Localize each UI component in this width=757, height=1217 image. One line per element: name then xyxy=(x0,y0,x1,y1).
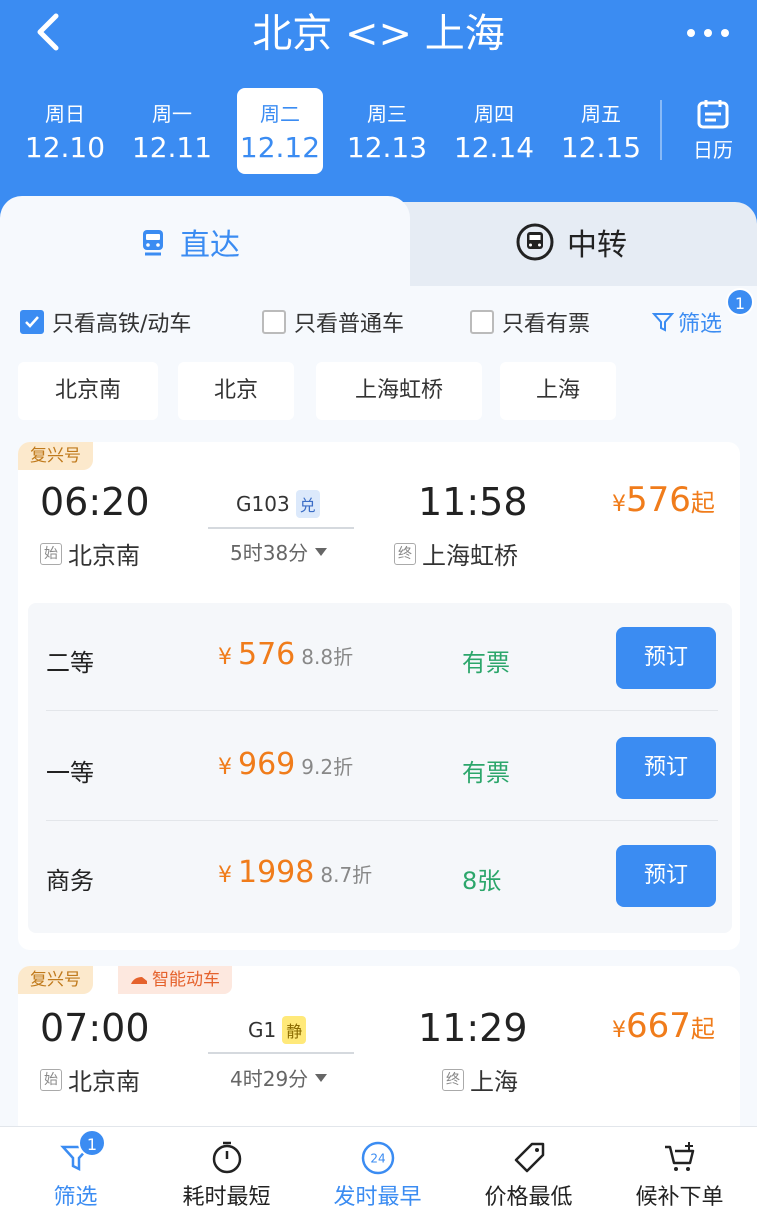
checkbox-unchecked xyxy=(262,310,286,334)
train-badge: 兑 xyxy=(295,490,320,518)
end-badge: 终 xyxy=(442,1068,464,1091)
date-item[interactable]: 周三 12.13 xyxy=(344,88,430,174)
seat-row: 二等 ¥576 8.8折 有票 预订 xyxy=(28,603,732,711)
bottom-toolbar: 筛选 1 耗时最短 24 发时最早 价格最低 候补下单 xyxy=(0,1126,757,1217)
sort-shortest-button[interactable]: 耗时最短 xyxy=(151,1127,302,1217)
depart-station: 始北京南 xyxy=(40,536,140,571)
smart-emu-tag: 智能动车 xyxy=(118,966,232,994)
checkbox-unchecked xyxy=(470,310,494,334)
train-number: G1 静 xyxy=(248,1016,307,1044)
train-icon xyxy=(131,977,147,984)
arrive-time: 11:58 xyxy=(418,480,528,524)
book-button[interactable]: 预订 xyxy=(616,737,716,799)
seat-row: 商务 ¥1998 8.7折 8张 预订 xyxy=(28,821,732,929)
divider xyxy=(660,100,662,160)
date-item[interactable]: 周日 12.10 xyxy=(22,88,108,174)
route-tabs: 直达 中转 xyxy=(0,196,757,286)
divider xyxy=(46,710,718,711)
page-title: 北京 <> 上海 xyxy=(252,11,505,57)
route-line xyxy=(208,1052,354,1054)
date-selector: 周日 12.10 周一 12.11 周二 12.12 周三 12.13 周四 12.14 … xyxy=(0,88,757,178)
book-button[interactable]: 预订 xyxy=(616,627,716,689)
waitlist-button[interactable]: 候补下单 xyxy=(604,1127,755,1217)
chevron-down-icon xyxy=(315,1073,328,1082)
check-icon xyxy=(25,316,39,328)
book-button[interactable]: 预订 xyxy=(616,845,716,907)
end-badge: 终 xyxy=(394,542,416,565)
seat-price: ¥1998 8.7折 xyxy=(218,855,373,890)
date-item[interactable]: 周五 12.15 xyxy=(558,88,644,174)
svg-text:24: 24 xyxy=(370,1152,385,1166)
date-item[interactable]: 周四 12.14 xyxy=(451,88,537,174)
filter-bar: 只看高铁/动车 只看普通车 只看有票 筛选 1 xyxy=(0,288,757,340)
arrive-station: 终上海虹桥 xyxy=(394,536,518,571)
train-icon xyxy=(143,230,163,256)
price-tag-icon xyxy=(514,1142,544,1173)
more-icon[interactable] xyxy=(683,18,733,48)
train-card[interactable]: 复兴号 智能动车 07:00 始北京南 G1 静 4时29分 11:29 终上海 … xyxy=(18,966,740,1136)
route-line xyxy=(208,527,354,529)
station-chip[interactable]: 北京南 xyxy=(18,362,158,420)
hsr-only-checkbox[interactable]: 只看高铁/动车 xyxy=(20,306,191,338)
train-badge: 静 xyxy=(282,1016,307,1044)
seat-availability: 有票 xyxy=(462,649,510,677)
clock-24-icon: 24 xyxy=(361,1141,394,1175)
timer-icon xyxy=(212,1141,241,1174)
station-chips: 北京南 北京 上海虹桥 上海 xyxy=(0,362,757,420)
sort-cheapest-button[interactable]: 价格最低 xyxy=(453,1127,604,1217)
bottom-filter-button[interactable]: 筛选 1 xyxy=(0,1127,151,1217)
seat-availability: 有票 xyxy=(462,759,510,787)
depart-station: 始北京南 xyxy=(40,1062,140,1097)
available-only-checkbox[interactable]: 只看有票 xyxy=(470,306,590,338)
station-chip[interactable]: 上海虹桥 xyxy=(316,362,482,420)
start-badge: 始 xyxy=(40,542,62,565)
depart-time: 07:00 xyxy=(40,1006,150,1050)
chevron-down-icon xyxy=(315,547,328,556)
train-number: G103 兑 xyxy=(236,490,320,518)
seat-class: 一等 xyxy=(46,759,94,787)
date-item-selected[interactable]: 周二 12.12 xyxy=(237,88,323,174)
filter-count-badge: 1 xyxy=(78,1129,106,1157)
seat-panel: 二等 ¥576 8.8折 有票 预订 一等 ¥969 9.2折 有票 预订 商务 ¥… xyxy=(28,603,732,933)
duration[interactable]: 5时38分 xyxy=(230,537,328,566)
filter-button[interactable]: 筛选 xyxy=(652,306,722,338)
filter-count-badge: 1 xyxy=(726,288,754,316)
duration[interactable]: 4时29分 xyxy=(230,1063,328,1092)
checkbox-checked xyxy=(20,310,44,334)
fuxing-tag: 复兴号 xyxy=(18,442,93,470)
depart-time: 06:20 xyxy=(40,480,150,524)
cart-plus-icon xyxy=(664,1142,694,1171)
station-chip[interactable]: 北京 xyxy=(178,362,294,420)
calendar-icon xyxy=(697,100,729,129)
seat-availability: 8张 xyxy=(462,867,502,895)
seat-price: ¥576 8.8折 xyxy=(218,637,354,672)
tab-direct[interactable]: 直达 xyxy=(138,220,240,264)
lowest-price: ¥576 起 xyxy=(612,480,715,520)
date-item[interactable]: 周一 12.11 xyxy=(129,88,215,174)
seat-class: 商务 xyxy=(46,867,94,895)
filter-icon xyxy=(652,313,674,332)
transfer-icon xyxy=(516,223,554,261)
calendar-button[interactable]: 日历 xyxy=(678,88,748,174)
start-badge: 始 xyxy=(40,1068,62,1091)
normal-only-checkbox[interactable]: 只看普通车 xyxy=(262,306,404,338)
lowest-price: ¥667 起 xyxy=(612,1006,715,1046)
seat-row: 一等 ¥969 9.2折 有票 预订 xyxy=(28,713,732,821)
arrive-time: 11:29 xyxy=(418,1006,528,1050)
seat-price: ¥969 9.2折 xyxy=(218,747,354,782)
seat-class: 二等 xyxy=(46,649,94,677)
sort-earliest-button[interactable]: 24 发时最早 xyxy=(302,1127,453,1217)
tab-transfer[interactable]: 中转 xyxy=(515,220,627,264)
fuxing-tag: 复兴号 xyxy=(18,966,93,994)
arrive-station: 终上海 xyxy=(442,1062,518,1097)
station-chip[interactable]: 上海 xyxy=(500,362,616,420)
